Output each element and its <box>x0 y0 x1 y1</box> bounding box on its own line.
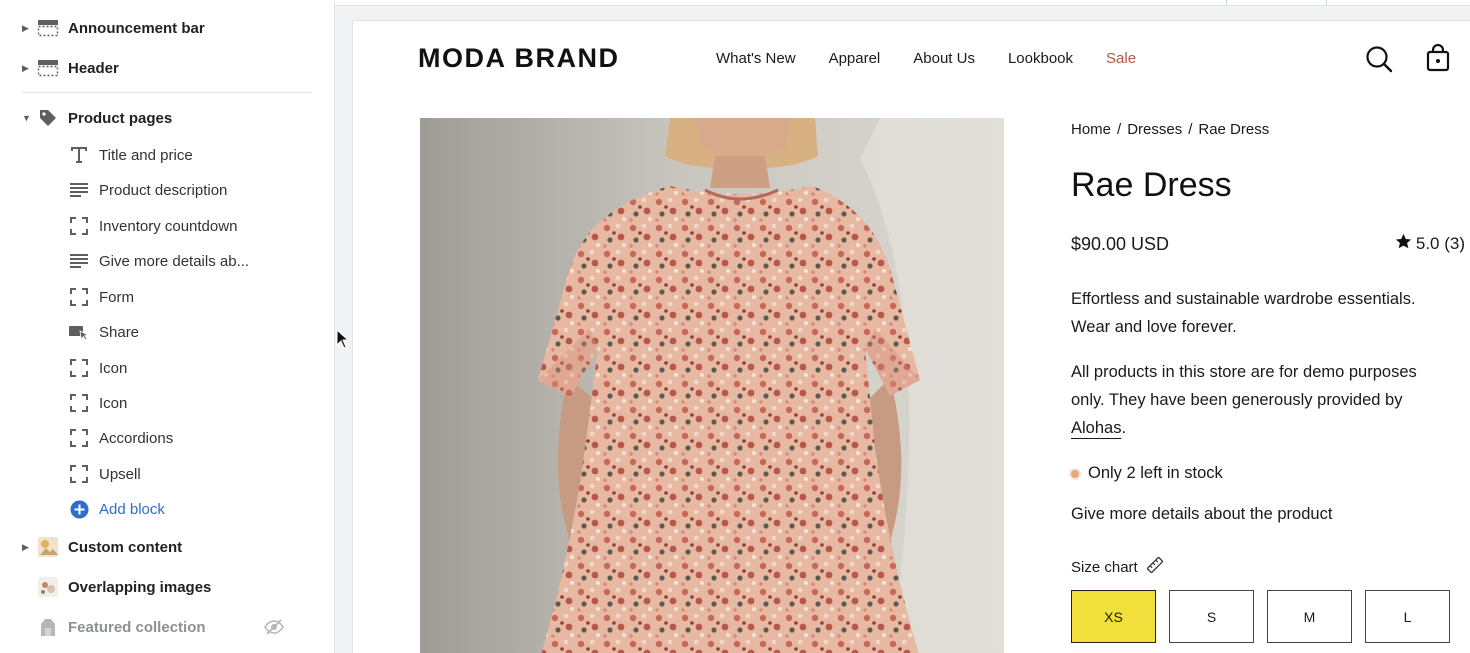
block-inventory-countdown[interactable]: Inventory countdown <box>0 208 334 244</box>
text-lines-icon <box>69 180 89 200</box>
shopping-bag-icon[interactable] <box>1426 43 1450 72</box>
product-title: Rae Dress <box>1071 166 1232 204</box>
breadcrumb-separator: / <box>1117 121 1122 138</box>
alohas-link[interactable]: Alohas <box>1071 419 1121 437</box>
section-label: Product pages <box>68 109 173 127</box>
add-block-button[interactable]: Add block <box>0 491 334 527</box>
caret-right-icon[interactable]: ▶ <box>22 542 30 552</box>
demo-note-end: . <box>1121 419 1127 437</box>
store-preview: MODA BRAND What's New Apparel About Us L… <box>353 21 1470 653</box>
rating-value: 5.0 (3) <box>1415 234 1465 253</box>
store-navigation: What's New Apparel About Us Lookbook Sal… <box>716 50 1169 67</box>
caret-right-icon[interactable]: ▶ <box>22 63 30 73</box>
section-label: Overlapping images <box>68 578 212 596</box>
search-icon[interactable] <box>1365 45 1393 73</box>
section-header[interactable]: ▶ Header <box>0 50 334 86</box>
block-frame-icon <box>69 428 89 448</box>
block-label: Upsell <box>99 465 141 483</box>
block-icon[interactable]: Icon <box>0 385 334 421</box>
eye-hidden-icon[interactable] <box>264 617 284 642</box>
breadcrumb: Home / Dresses / Rae Dress <box>1071 121 1269 138</box>
tag-icon <box>37 107 59 129</box>
block-icon[interactable]: Icon <box>0 350 334 386</box>
block-give-more-details[interactable]: Give more details ab... <box>0 243 334 279</box>
image-thumb-icon <box>37 536 59 558</box>
block-label: Share <box>99 323 140 341</box>
block-label: Title and price <box>99 146 193 164</box>
preview-toolbar <box>335 0 1470 6</box>
block-accordions[interactable]: Accordions <box>0 420 334 456</box>
block-upsell[interactable]: Upsell <box>0 456 334 492</box>
size-selector: XS S M L <box>1071 590 1450 643</box>
section-label: Header <box>68 59 119 77</box>
size-option-s[interactable]: S <box>1169 590 1254 643</box>
block-frame-icon <box>69 287 89 307</box>
section-custom-content[interactable]: ▶ Custom content <box>0 529 334 565</box>
ruler-icon <box>1146 556 1164 578</box>
block-label: Icon <box>99 359 128 377</box>
product-rating[interactable]: 5.0 (3) <box>1395 233 1465 255</box>
block-frame-icon <box>69 464 89 484</box>
mouse-cursor-icon <box>336 328 350 354</box>
block-label: Product description <box>99 181 228 199</box>
section-overlapping-images[interactable]: Overlapping images <box>0 569 334 605</box>
breadcrumb-separator: / <box>1188 121 1193 138</box>
inventory-countdown: Only 2 left in stock <box>1071 464 1223 483</box>
section-label: Custom content <box>68 538 183 556</box>
block-product-description[interactable]: Product description <box>0 172 334 208</box>
header-layout-icon <box>37 57 59 79</box>
block-label: Form <box>99 288 134 306</box>
section-label: Featured collection <box>68 618 206 636</box>
plus-circle-icon <box>69 499 89 519</box>
image-thumb-icon <box>37 576 59 598</box>
block-label: Icon <box>99 394 128 412</box>
theme-editor-sidebar: ▶ Announcement bar ▶ Header ▼ Product pa… <box>0 0 335 653</box>
add-block-label: Add block <box>99 500 165 518</box>
text-t-icon <box>69 145 89 165</box>
caret-right-icon[interactable]: ▶ <box>22 23 30 33</box>
nav-sale[interactable]: Sale <box>1106 50 1136 67</box>
size-chart-label: Size chart <box>1071 558 1138 576</box>
sidebar-divider <box>22 92 312 93</box>
size-option-m[interactable]: M <box>1267 590 1352 643</box>
section-announcement-bar[interactable]: ▶ Announcement bar <box>0 10 334 46</box>
section-label: Announcement bar <box>68 19 205 37</box>
block-label: Inventory countdown <box>99 217 238 235</box>
block-label: Give more details ab... <box>99 252 250 270</box>
section-product-pages[interactable]: ▼ Product pages <box>0 100 334 136</box>
store-logo[interactable]: MODA BRAND <box>418 43 619 74</box>
collection-icon <box>37 616 59 638</box>
breadcrumb-current: Rae Dress <box>1198 121 1270 138</box>
block-label: Accordions <box>99 429 174 447</box>
nav-about-us[interactable]: About Us <box>913 50 975 67</box>
nav-whats-new[interactable]: What's New <box>716 50 796 67</box>
breadcrumb-dresses[interactable]: Dresses <box>1127 121 1182 138</box>
block-frame-icon <box>69 393 89 413</box>
block-share[interactable]: Share <box>0 314 334 350</box>
section-featured-collection[interactable]: Featured collection <box>0 609 334 645</box>
stock-text: Only 2 left in stock <box>1088 464 1223 482</box>
size-chart-link[interactable]: Size chart <box>1071 556 1164 578</box>
size-option-l[interactable]: L <box>1365 590 1450 643</box>
block-form[interactable]: Form <box>0 279 334 315</box>
product-image[interactable] <box>420 118 1004 653</box>
block-title-and-price[interactable]: Title and price <box>0 137 334 173</box>
product-description: Effortless and sustainable wardrobe esse… <box>1071 290 1416 336</box>
block-frame-icon <box>69 216 89 236</box>
nav-apparel[interactable]: Apparel <box>829 50 881 67</box>
caret-down-icon[interactable]: ▼ <box>22 113 31 123</box>
stock-dot-icon <box>1071 469 1079 478</box>
block-frame-icon <box>69 358 89 378</box>
star-icon <box>1395 233 1412 255</box>
nav-lookbook[interactable]: Lookbook <box>1008 50 1073 67</box>
demo-note-text: All products in this store are for demo … <box>1071 363 1417 409</box>
more-details-text: Give more details about the product <box>1071 505 1333 523</box>
share-icon <box>69 322 89 342</box>
size-option-xs[interactable]: XS <box>1071 590 1156 643</box>
demo-note: All products in this store are for demo … <box>1071 358 1451 442</box>
product-price: $90.00 USD <box>1071 234 1170 254</box>
breadcrumb-home[interactable]: Home <box>1071 121 1111 138</box>
section-layout-icon <box>37 17 59 39</box>
text-lines-icon <box>69 251 89 271</box>
